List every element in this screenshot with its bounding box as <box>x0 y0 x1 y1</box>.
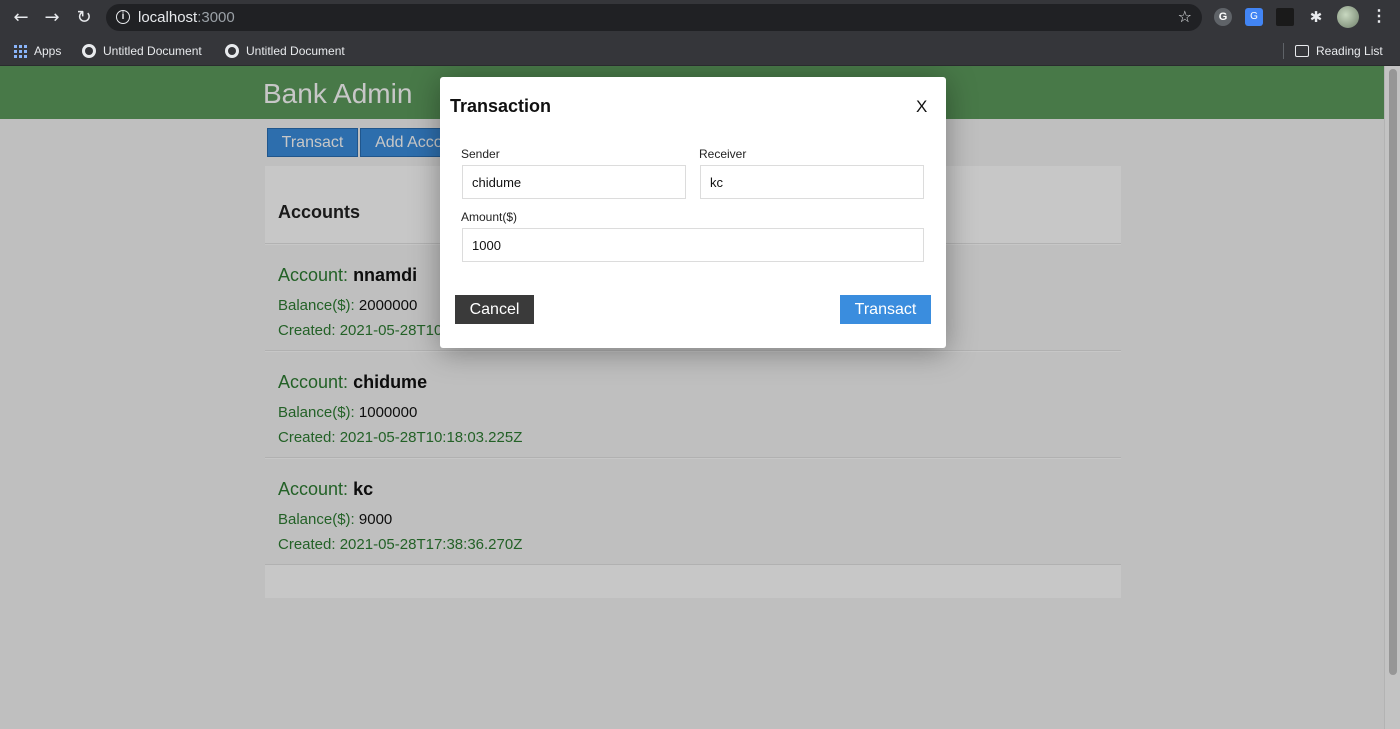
browser-toolbar: ← → ↻ i localhost:3000 ☆ G G ✱ ⋮ <box>0 0 1400 35</box>
sender-input[interactable] <box>462 165 686 199</box>
modal-title: Transaction <box>450 96 552 116</box>
browser-menu-icon[interactable]: ⋮ <box>1370 8 1388 26</box>
address-bar[interactable]: i localhost:3000 ☆ <box>106 4 1202 31</box>
cancel-button[interactable]: Cancel <box>455 295 534 324</box>
url-host: localhost <box>138 9 198 26</box>
medium-extension-icon[interactable] <box>1276 8 1294 26</box>
globe-icon <box>225 44 239 58</box>
bookmark-star-icon[interactable]: ☆ <box>1178 7 1192 26</box>
bookmark-label: Untitled Document <box>246 44 345 58</box>
bookmark-apps[interactable]: Apps <box>14 42 61 60</box>
receiver-input[interactable] <box>700 165 924 199</box>
reload-icon[interactable]: ↻ <box>72 6 96 30</box>
bookmark-label: Untitled Document <box>103 44 202 58</box>
bookmarks-bar: Apps Untitled Document Untitled Document… <box>0 35 1400 66</box>
reading-list-button[interactable]: Reading List <box>1295 42 1383 60</box>
bookmarks-divider <box>1283 43 1284 59</box>
apps-grid-icon <box>14 44 27 58</box>
page-viewport: Bank Admin Transact Add Account Accounts… <box>0 66 1400 729</box>
back-arrow-icon[interactable]: ← <box>9 6 33 30</box>
url-text[interactable]: localhost:3000 <box>138 9 235 26</box>
forward-arrow-icon[interactable]: → <box>40 6 64 30</box>
reading-list-icon <box>1295 45 1309 57</box>
globe-icon <box>82 44 96 58</box>
site-info-icon[interactable]: i <box>116 10 130 24</box>
reading-list-label: Reading List <box>1316 44 1383 58</box>
amount-input[interactable] <box>462 228 924 262</box>
bookmark-untitled-document-2[interactable]: Untitled Document <box>225 42 345 60</box>
transaction-modal: Transaction X Sender Receiver Amount($) … <box>440 77 946 348</box>
translate-extension-icon[interactable]: G <box>1245 8 1263 26</box>
extensions-puzzle-icon[interactable]: ✱ <box>1307 8 1325 26</box>
amount-label: Amount($) <box>461 210 518 224</box>
profile-avatar[interactable] <box>1337 6 1359 28</box>
transact-submit-button[interactable]: Transact <box>840 295 931 324</box>
url-port: :3000 <box>197 9 235 26</box>
close-button[interactable]: X <box>916 97 927 117</box>
sender-label: Sender <box>461 147 500 161</box>
receiver-label: Receiver <box>699 147 747 161</box>
bookmark-untitled-document-1[interactable]: Untitled Document <box>82 42 202 60</box>
bookmark-label: Apps <box>34 44 62 58</box>
grammarly-extension-icon[interactable]: G <box>1214 8 1232 26</box>
